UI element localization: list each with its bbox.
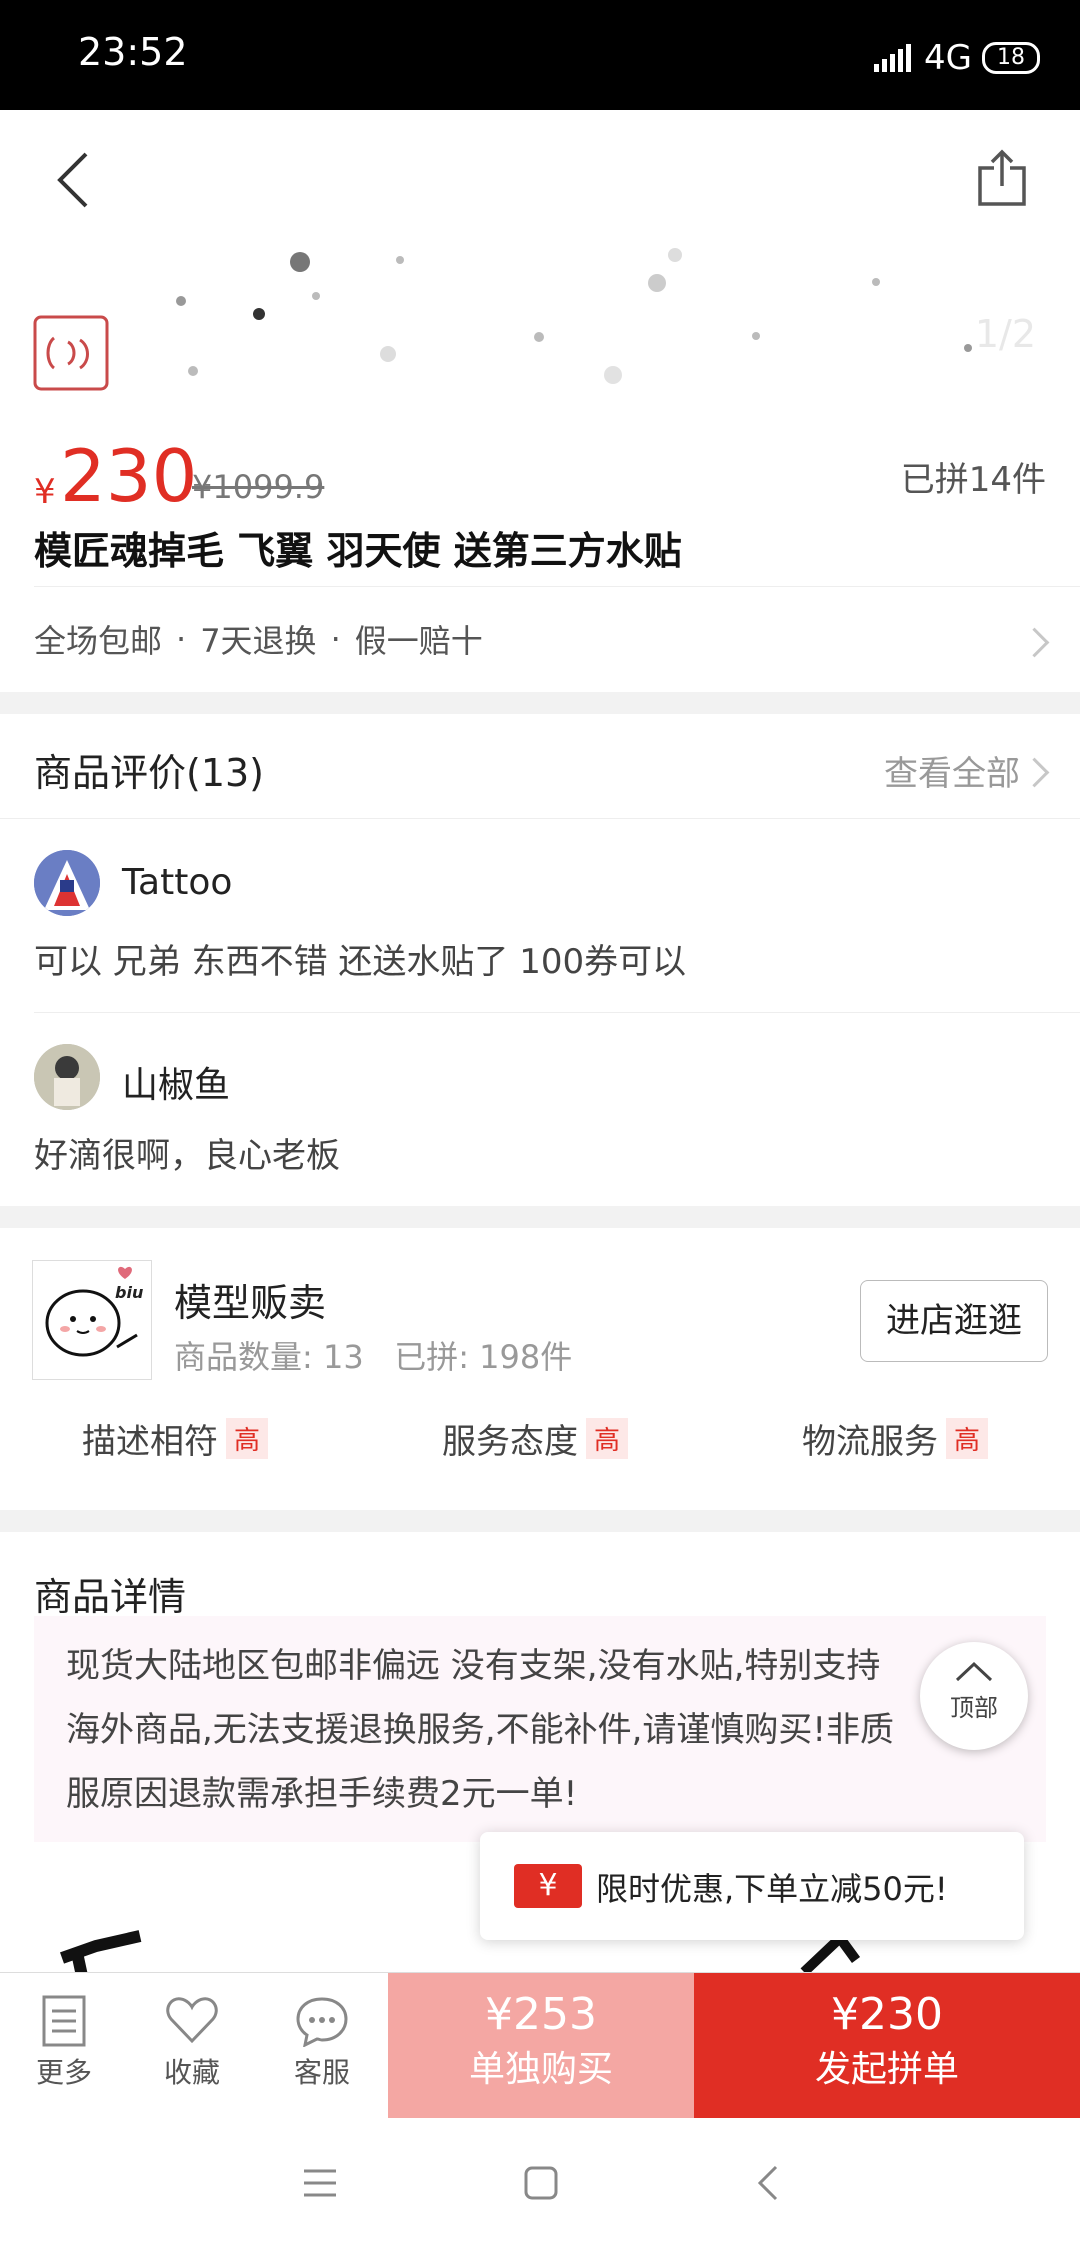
chat-icon — [296, 1997, 348, 2048]
single-buy-label: 单独购买 — [468, 2049, 613, 2090]
coupon-icon: ¥ — [514, 1864, 582, 1908]
original-price: ¥1099.9 — [192, 468, 325, 506]
price-currency: ¥ — [34, 472, 56, 512]
review-text: 可以 兄弟 东西不错 还送水贴了 100券可以 — [34, 942, 687, 982]
notice-line: 现货大陆地区包邮非偏远 没有支架,没有水贴,特别支持 — [66, 1646, 881, 1686]
store-rating: 描述相符 高 — [82, 1414, 269, 1463]
product-image-carousel[interactable]: 1/2 — [0, 248, 1080, 410]
back-to-top-button[interactable]: 顶部 — [920, 1642, 1028, 1750]
group-buy-price: ¥230 — [831, 1989, 943, 2040]
section-gap — [0, 1206, 1080, 1228]
network-type: 4G — [924, 38, 972, 78]
sold-count: 已拼14件 — [900, 460, 1046, 500]
home-icon[interactable] — [524, 2166, 558, 2200]
status-time: 23:52 — [78, 30, 188, 74]
group-buy-label: 发起拼单 — [814, 2049, 959, 2090]
avatar[interactable] — [34, 1044, 100, 1110]
store-rating: 服务态度 高 — [442, 1414, 629, 1463]
review-user: 山椒鱼 — [122, 1065, 231, 1106]
store-rating: 物流服务 高 — [802, 1414, 989, 1463]
store-stats: 商品数量: 13 已拼: 198件 — [174, 1338, 573, 1376]
price: 230 — [60, 434, 198, 518]
more-button[interactable]: 更多 — [24, 1995, 104, 2091]
single-buy-button[interactable]: ¥253 单独购买 — [388, 1973, 694, 2119]
signal-icon — [874, 44, 912, 72]
reviews-section: 商品评价(13) 查看全部 Tattoo 可以 兄弟 东西不错 还送水贴了 10… — [0, 714, 1080, 1206]
customer-service-button[interactable]: 客服 — [282, 1995, 362, 2091]
menu-icon[interactable] — [302, 2168, 338, 2198]
view-all-reviews[interactable]: 查看全部 — [884, 746, 1020, 795]
review-text: 好滴很啊，良心老板 — [34, 1136, 340, 1176]
store-logo-text: biu — [115, 1283, 144, 1302]
product-title: 模匠魂掉毛 飞翼 羽天使 送第三方水贴 — [34, 529, 682, 573]
service-item: 假一赔十 — [354, 622, 483, 660]
more-label: 更多 — [35, 2056, 92, 2089]
reviews-header: 商品评价(13) — [34, 751, 265, 795]
heart-icon — [166, 1997, 218, 2044]
system-back-icon[interactable] — [756, 2164, 780, 2202]
notice-line: 服原因退款需承担手续费2元一单! — [66, 1774, 578, 1814]
customer-service-label: 客服 — [293, 2056, 350, 2089]
chevron-right-icon — [1019, 757, 1050, 788]
divider — [34, 586, 1080, 587]
bottom-action-bar: 更多 收藏 客服 ¥253 单独购买 ¥230 发起拼单 — [0, 1972, 1080, 2119]
review-user: Tattoo — [122, 862, 233, 903]
system-nav-bar — [0, 2118, 1080, 2248]
status-right: 4G 18 — [874, 38, 1040, 78]
back-to-top-label: 顶部 — [950, 1694, 998, 1722]
rating-label: 描述相符 — [82, 1422, 218, 1462]
notice-box: 现货大陆地区包邮非偏远 没有支架,没有水贴,特别支持 海外商品,无法支援退换服务… — [34, 1616, 1046, 1842]
rating-badge: 高 — [586, 1418, 629, 1459]
favorite-label: 收藏 — [163, 2056, 220, 2089]
promo-text: 限时优惠,下单立减50元! — [596, 1870, 948, 1908]
promo-toast[interactable]: ¥ 限时优惠,下单立减50元! — [480, 1832, 1024, 1940]
chevron-up-icon — [955, 1661, 993, 1682]
details-header: 商品详情 — [34, 1575, 187, 1619]
store-section: biu 模型贩卖 商品数量: 13 已拼: 198件 进店逛逛 描述相符 高 服… — [0, 1228, 1080, 1510]
carousel-page-indicator: 1/2 — [974, 312, 1036, 356]
back-icon[interactable] — [52, 150, 92, 210]
divider — [0, 818, 1080, 819]
group-buy-button[interactable]: ¥230 发起拼单 — [694, 1973, 1080, 2119]
rating-label: 服务态度 — [442, 1422, 578, 1462]
product-info: ¥ 230 ¥1099.9 已拼14件 模匠魂掉毛 飞翼 羽天使 送第三方水贴 … — [0, 410, 1080, 692]
store-name: 模型贩卖 — [174, 1281, 327, 1325]
service-promises[interactable]: 全场包邮 · 7天退换 · 假一赔十 — [34, 616, 483, 662]
single-buy-price: ¥253 — [485, 1989, 597, 2040]
detail-image — [60, 1930, 142, 1972]
status-bar: 23:52 4G 18 — [0, 0, 1080, 110]
more-icon — [42, 1995, 86, 2047]
battery-icon: 18 — [982, 42, 1040, 74]
service-item: 全场包邮 — [34, 622, 163, 660]
rating-badge: 高 — [946, 1418, 989, 1459]
notice-line: 海外商品,无法支援退换服务,不能补件,请谨慎购买!非质 — [66, 1710, 895, 1750]
share-icon[interactable] — [976, 148, 1028, 208]
section-gap — [0, 1510, 1080, 1532]
separator: · — [176, 620, 187, 658]
store-logo[interactable]: biu — [32, 1260, 152, 1380]
rating-label: 物流服务 — [802, 1422, 938, 1462]
service-item: 7天退换 — [200, 622, 317, 660]
chevron-right-icon — [1019, 627, 1050, 658]
rating-badge: 高 — [226, 1418, 269, 1459]
top-nav — [0, 110, 1080, 249]
favorite-button[interactable]: 收藏 — [152, 1995, 232, 2091]
enter-store-button[interactable]: 进店逛逛 — [860, 1280, 1048, 1362]
separator: · — [330, 620, 341, 658]
avatar[interactable] — [34, 850, 100, 916]
divider — [34, 1012, 1080, 1013]
seal-logo — [33, 315, 109, 391]
section-gap — [0, 692, 1080, 714]
